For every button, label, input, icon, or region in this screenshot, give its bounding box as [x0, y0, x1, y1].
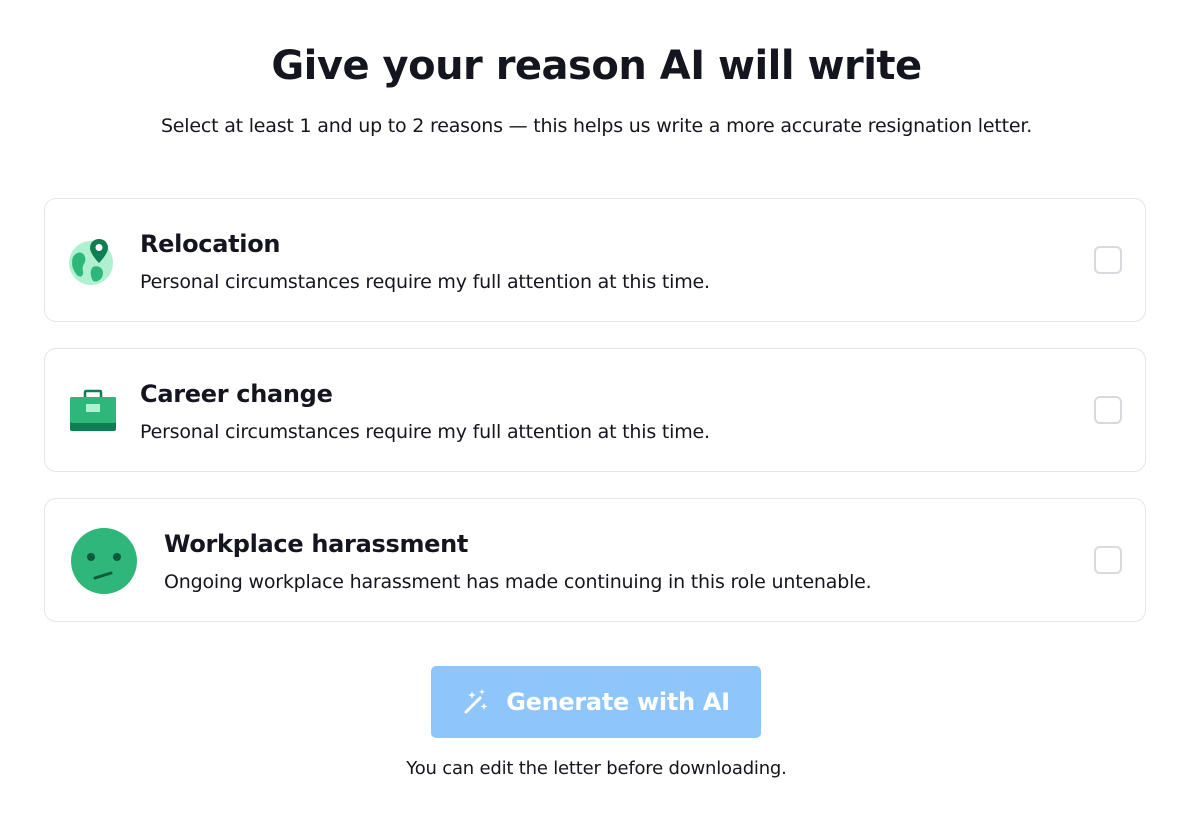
reason-description: Personal circumstances require my full a… [140, 421, 710, 443]
briefcase-icon [69, 387, 117, 435]
magic-wand-icon [464, 689, 488, 714]
page-title: Give your reason AI will write [271, 43, 922, 89]
reason-checkbox[interactable] [1094, 546, 1122, 574]
reason-title: Relocation [140, 230, 281, 258]
generate-with-ai-button[interactable]: Generate with AI [431, 666, 761, 738]
reason-title: Career change [140, 380, 333, 408]
generate-button-label: Generate with AI [506, 688, 730, 716]
reason-checkbox[interactable] [1094, 246, 1122, 274]
reason-checkbox[interactable] [1094, 396, 1122, 424]
reason-card-career-change[interactable]: Career change Personal circumstances req… [44, 348, 1146, 472]
edit-note: You can edit the letter before downloadi… [406, 758, 787, 779]
globe-location-icon [69, 237, 117, 285]
uneasy-face-icon [69, 526, 139, 596]
reason-card-relocation[interactable]: Relocation Personal circumstances requir… [44, 198, 1146, 322]
reason-card-workplace-harassment[interactable]: Workplace harassment Ongoing workplace h… [44, 498, 1146, 622]
page-subtitle: Select at least 1 and up to 2 reasons — … [160, 115, 1033, 137]
reason-description: Ongoing workplace harassment has made co… [164, 571, 872, 593]
reason-description: Personal circumstances require my full a… [140, 271, 710, 293]
reason-title: Workplace harassment [164, 530, 469, 558]
